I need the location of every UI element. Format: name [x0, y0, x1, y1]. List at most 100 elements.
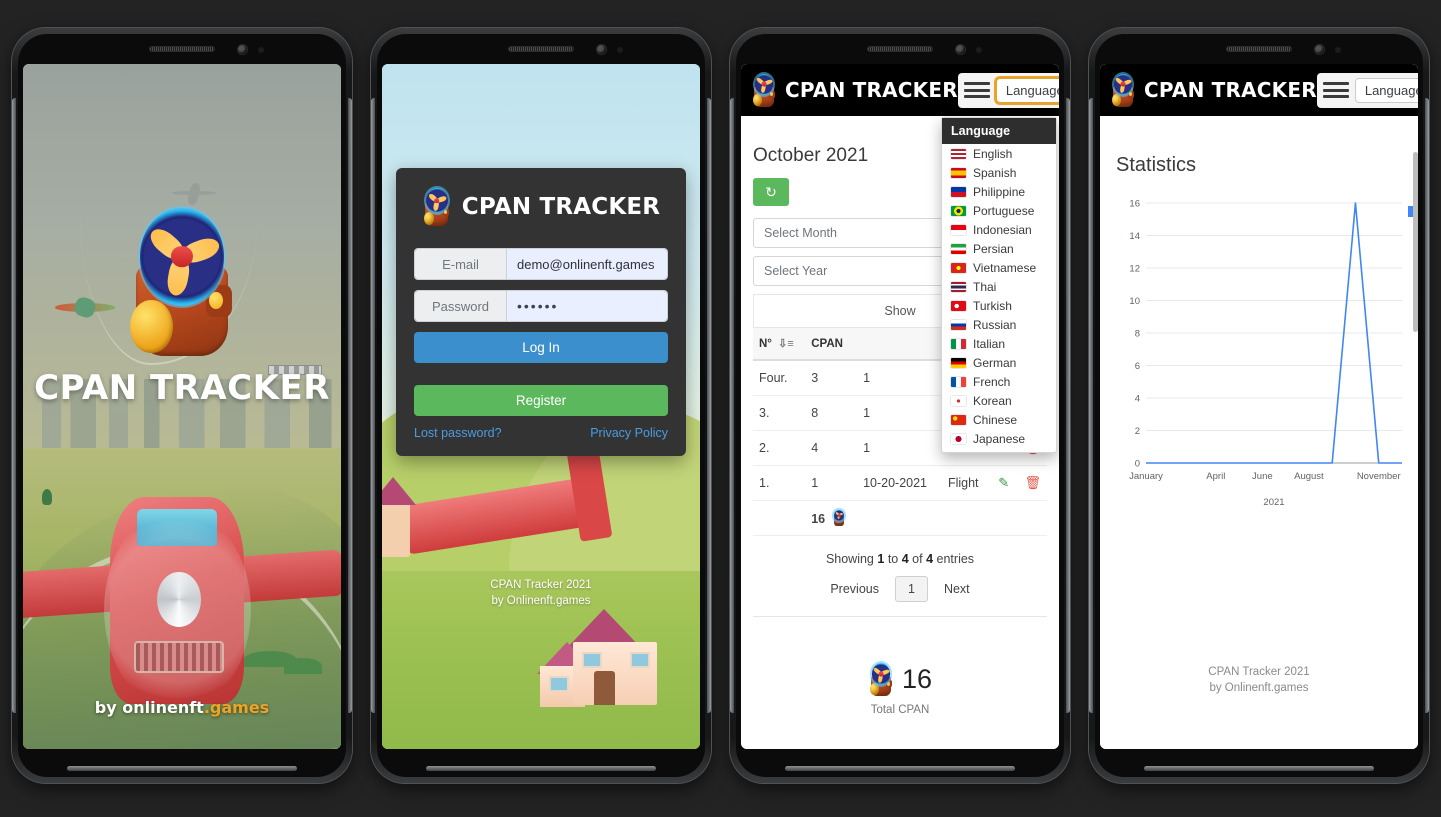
language-option-russian[interactable]: Russian — [942, 315, 1056, 334]
navbar-actions: Language — [1316, 72, 1418, 108]
language-option-chinese[interactable]: Chinese — [942, 410, 1056, 429]
login-brand: CPAN TRACKER — [414, 188, 668, 226]
pagination: Previous 1 Next — [753, 576, 1047, 602]
svg-text:November: November — [1357, 471, 1401, 482]
front-camera-icon — [1315, 45, 1324, 54]
home-bar — [785, 766, 1015, 771]
navbar-brand[interactable]: CPAN TRACKER — [751, 73, 958, 107]
cell-date: 1 — [857, 430, 942, 466]
language-option-turkish[interactable]: Turkish — [942, 296, 1056, 315]
flag-br-icon — [951, 205, 966, 216]
vertical-scrollbar[interactable] — [1413, 152, 1418, 332]
language-option-philippine[interactable]: Philippine — [942, 182, 1056, 201]
language-option-portuguese[interactable]: Portuguese — [942, 201, 1056, 220]
pencil-icon[interactable]: ✎ — [998, 475, 1009, 490]
column-label-n: N° — [759, 338, 772, 350]
hero-plane-illustration — [23, 434, 341, 722]
phone-bezel: CPAN TRACKER Language — [736, 34, 1064, 777]
cell-date: 10-20-2021 — [857, 465, 942, 501]
earpiece-speaker-icon — [149, 46, 215, 52]
phone-screen-splash: CPAN TRACKER by onlinenft.games — [23, 64, 341, 749]
app-navbar: CPAN TRACKER Language — [741, 64, 1059, 116]
privacy-policy-link[interactable]: Privacy Policy — [590, 426, 668, 440]
phone-mockup-splash: CPAN TRACKER by onlinenft.games — [12, 28, 352, 783]
cell-n: 3. — [753, 395, 806, 431]
language-option-label: Japanese — [973, 431, 1026, 446]
next-button[interactable]: Next — [944, 582, 970, 596]
proximity-sensor-icon — [258, 47, 264, 53]
language-option-persian[interactable]: Persian — [942, 239, 1056, 258]
screenshot-root: CPAN TRACKER by onlinenft.games CPAN TRA… — [0, 0, 1441, 817]
svg-text:16: 16 — [1129, 199, 1140, 210]
showing-of-label: of — [912, 552, 923, 566]
splash-screen: CPAN TRACKER by onlinenft.games — [23, 64, 341, 749]
login-footer: CPAN Tracker 2021 by Onlinenft.games — [382, 578, 700, 609]
svg-text:April: April — [1206, 471, 1225, 482]
language-option-label: Persian — [973, 241, 1014, 256]
language-option-korean[interactable]: Korean — [942, 391, 1056, 410]
email-input[interactable]: demo@onlinenft.games — [507, 249, 667, 279]
language-option-spanish[interactable]: Spanish — [942, 163, 1056, 182]
cpan-logo-icon — [751, 73, 777, 107]
language-option-label: Vietnamese — [973, 260, 1037, 275]
svg-text:January: January — [1129, 471, 1163, 482]
house-illustration — [537, 602, 687, 722]
language-option-english[interactable]: English — [942, 144, 1056, 163]
statistics-app: CPAN TRACKER Language Statistics 0 2 4 6… — [1100, 64, 1418, 749]
previous-button[interactable]: Previous — [830, 582, 879, 596]
splash-title: CPAN TRACKER — [34, 367, 330, 408]
language-option-label: Indonesian — [973, 222, 1032, 237]
navbar-brand[interactable]: CPAN TRACKER — [1110, 73, 1317, 107]
language-option-label: Philippine — [973, 184, 1026, 199]
hamburger-menu-icon[interactable] — [1322, 80, 1349, 100]
month-title: October 2021 — [753, 145, 869, 166]
trash-icon[interactable]: 🗑 — [1024, 475, 1041, 490]
register-button[interactable]: Register — [414, 385, 668, 416]
language-button[interactable]: Language — [1354, 77, 1418, 103]
cell-cpan: 1 — [805, 465, 858, 501]
svg-text:14: 14 — [1129, 231, 1140, 242]
splash-byline: by onlinenft.games — [23, 698, 341, 717]
page-number-button[interactable]: 1 — [894, 576, 928, 602]
lost-password-link[interactable]: Lost password? — [414, 426, 502, 440]
language-option-japanese[interactable]: Japanese — [942, 429, 1056, 448]
password-input[interactable]: •••••• — [507, 291, 667, 321]
language-option-indonesian[interactable]: Indonesian — [942, 220, 1056, 239]
cell-date: 1 — [857, 360, 942, 396]
splash-byline-domain: .games — [203, 698, 270, 717]
phone-mockup-statistics: CPAN TRACKER Language Statistics 0 2 4 6… — [1089, 28, 1429, 783]
language-option-label: Thai — [973, 279, 997, 294]
flag-de-icon — [951, 357, 966, 368]
phone-mockup-records: CPAN TRACKER Language October 2021 ↻ Sel… — [730, 28, 1070, 783]
language-option-italian[interactable]: Italian — [942, 334, 1056, 353]
language-dropdown-header: Language — [942, 118, 1056, 144]
language-option-german[interactable]: German — [942, 353, 1056, 372]
svg-text:August: August — [1294, 471, 1324, 482]
hamburger-menu-icon[interactable] — [963, 80, 990, 100]
language-option-vietnamese[interactable]: Vietnamese — [942, 258, 1056, 277]
svg-text:June: June — [1252, 471, 1273, 482]
phone-mockup-login: CPAN TRACKER E-mail demo@onlinenft.games… — [371, 28, 711, 783]
flag-jp-icon — [951, 433, 966, 444]
language-option-label: Turkish — [973, 298, 1012, 313]
column-header-date[interactable] — [857, 327, 942, 361]
front-camera-icon — [956, 45, 965, 54]
language-option-thai[interactable]: Thai — [942, 277, 1056, 296]
phone-bezel: CPAN TRACKER Language — [1095, 34, 1423, 777]
flag-ru-icon — [951, 319, 966, 330]
language-button[interactable]: Language — [995, 77, 1059, 103]
earpiece-speaker-icon — [867, 46, 933, 52]
login-button[interactable]: Log In — [414, 332, 668, 363]
column-header-n[interactable]: N° ⇩≡ — [753, 327, 806, 361]
language-option-label: Korean — [973, 393, 1012, 408]
table-total-row: 16 — [753, 500, 1047, 536]
language-option-french[interactable]: French — [942, 372, 1056, 391]
sort-icon[interactable]: ⇩≡ — [778, 338, 794, 350]
flag-ir-icon — [951, 243, 966, 254]
showing-to-label: to — [887, 552, 899, 566]
refresh-icon[interactable]: ↻ — [753, 178, 789, 206]
column-header-cpan[interactable]: CPAN — [805, 327, 858, 361]
phone-screen-statistics: CPAN TRACKER Language Statistics 0 2 4 6… — [1100, 64, 1418, 749]
cpan-logo-icon — [833, 510, 846, 526]
cpan-logo-icon — [123, 207, 241, 356]
